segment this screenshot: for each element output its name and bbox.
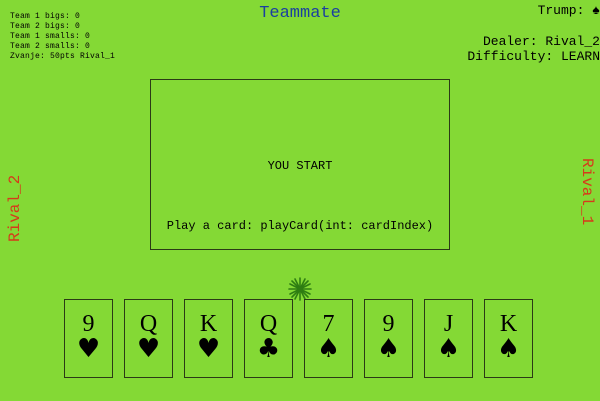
card-suit: ♣ (256, 334, 281, 364)
card-rank: K (199, 311, 218, 337)
team1-smalls: Team 1 smalls: 0 (10, 32, 91, 41)
card-rank: K (499, 311, 518, 337)
hand-card-7[interactable]: J ♠ (424, 299, 473, 378)
card-suit: ♠ (376, 334, 401, 364)
card-suit: ♥ (76, 334, 101, 364)
hand-card-3[interactable]: K ♥ (184, 299, 233, 378)
rival-left-label: Rival_2 (6, 174, 24, 242)
card-rank: 7 (322, 311, 335, 337)
instruction-message: Play a card: playCard(int: cardIndex) (166, 219, 434, 233)
difficulty-label: Difficulty: LEARN (467, 49, 600, 64)
hand-card-1[interactable]: 9 ♥ (64, 299, 113, 378)
card-rank: 9 (82, 311, 95, 337)
star-burst-icon (288, 277, 312, 301)
card-suit: ♠ (436, 334, 461, 364)
hand-card-2[interactable]: Q ♥ (124, 299, 173, 378)
play-area: YOU START Play a card: playCard(int: car… (150, 79, 450, 250)
hand-card-4[interactable]: Q ♣ (244, 299, 293, 378)
rival-right-label: Rival_1 (578, 158, 596, 226)
game-info: Dealer: Rival_2 Difficulty: LEARN (467, 34, 600, 64)
hand-card-8[interactable]: K ♠ (484, 299, 533, 378)
card-suit: ♠ (316, 334, 341, 364)
hand-card-5[interactable]: 7 ♠ (304, 299, 353, 378)
card-suit: ♠ (496, 334, 521, 364)
dealer-label: Dealer: Rival_2 (482, 34, 600, 49)
star-burst-icon-graphic (288, 277, 312, 301)
card-rank: J (443, 311, 454, 337)
card-rank: 9 (382, 311, 395, 337)
team2-bigs: Team 2 bigs: 0 (10, 22, 81, 31)
card-suit: ♥ (196, 334, 221, 364)
team2-smalls: Team 2 smalls: 0 (10, 42, 91, 51)
card-suit: ♥ (136, 334, 161, 364)
status-message: YOU START (267, 159, 333, 173)
hand-card-6[interactable]: 9 ♠ (364, 299, 413, 378)
trump-indicator: Trump: ♠ (537, 3, 600, 18)
teammate-label: Teammate (259, 4, 341, 23)
card-rank: Q (139, 311, 158, 337)
card-rank: Q (259, 311, 278, 337)
zvanje: Zvanje: 50pts Rival_1 (10, 52, 116, 61)
